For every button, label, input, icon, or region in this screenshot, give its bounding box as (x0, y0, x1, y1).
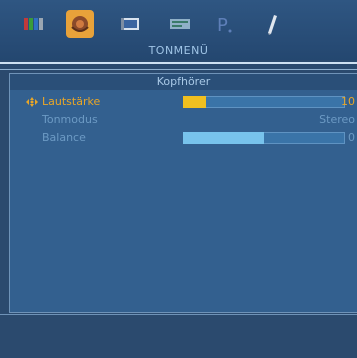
install-menu-icon[interactable] (258, 10, 286, 38)
sound-mode-label: Tonmodus (42, 113, 98, 126)
top-divider (0, 62, 357, 64)
setup-menu-icon[interactable] (116, 10, 144, 38)
svg-text:P: P (217, 15, 228, 35)
top-divider-inner (0, 69, 357, 70)
sound-menu-icon[interactable] (66, 10, 94, 38)
balance-label: Balance (42, 131, 86, 144)
balance-value: 0 (348, 131, 355, 144)
sound-mode-row[interactable]: Tonmodus Stereo (10, 111, 357, 129)
headphone-settings-panel: Kopfhörer Lautstärke 10 Tonmodus Stereo … (9, 73, 357, 313)
info-bar (0, 316, 357, 358)
sound-mode-value: Stereo (319, 113, 355, 126)
balance-slider[interactable] (183, 132, 345, 144)
volume-slider[interactable] (183, 96, 345, 108)
tv-osd-screen: P TONMENÜ Kopfhörer Lautstärke 10 Tonmod… (0, 0, 357, 358)
source-menu-icon[interactable]: P (210, 10, 238, 38)
volume-label: Lautstärke (42, 95, 101, 108)
features-menu-icon[interactable] (166, 10, 194, 38)
balance-slider-fill (183, 132, 264, 144)
selection-arrows-icon (26, 97, 38, 107)
menu-icon-bar: P TONMENÜ (0, 0, 357, 60)
balance-row[interactable]: Balance 0 (10, 129, 357, 147)
bottom-divider (0, 314, 357, 315)
picture-menu-icon[interactable] (20, 10, 48, 38)
volume-value: 10 (341, 95, 355, 108)
volume-slider-fill (183, 96, 206, 108)
menu-title: TONMENÜ (148, 44, 209, 57)
volume-row[interactable]: Lautstärke 10 (10, 93, 357, 111)
panel-header: Kopfhörer (10, 74, 357, 90)
